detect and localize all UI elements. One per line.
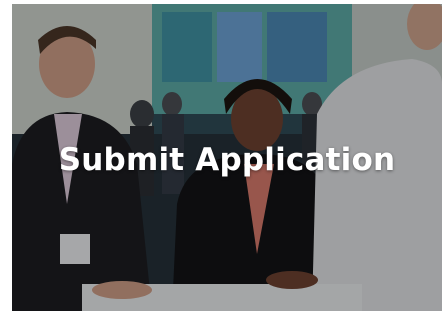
submit-application-title[interactable]: Submit Application bbox=[12, 142, 442, 178]
conference-attendees-photo: Submit Application bbox=[12, 4, 442, 311]
submit-application-card[interactable]: Submit Application bbox=[0, 0, 442, 311]
